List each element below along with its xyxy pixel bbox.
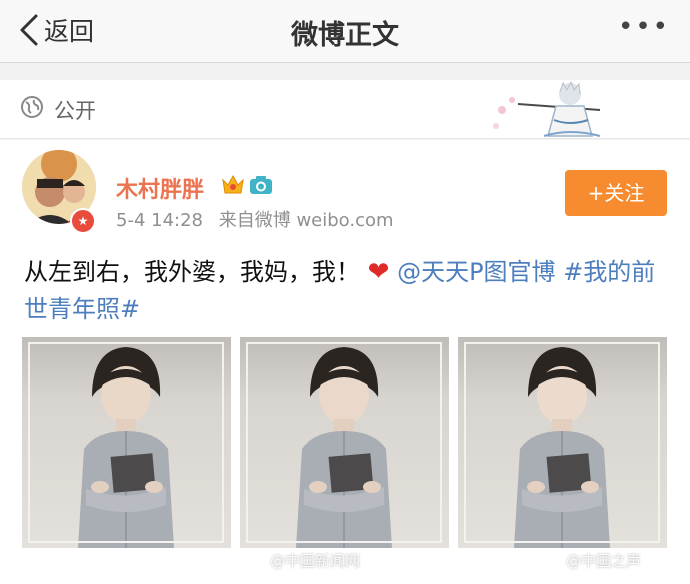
heart-emoji: ❤ xyxy=(367,257,390,287)
post-text: 从左到右，我外婆，我妈，我！ ❤ @天天P图官博 #我的前世青年照# xyxy=(24,254,674,328)
verified-badge-icon: ★ xyxy=(70,208,96,234)
post-card: ★ 木村胖胖 5-4 14:28 来自微博 weibo.com +关注 从左到右… xyxy=(0,140,690,584)
globe-icon xyxy=(21,96,43,118)
more-options-icon[interactable]: ••• xyxy=(618,14,670,40)
post-meta: 5-4 14:28 来自微博 weibo.com xyxy=(116,206,394,232)
photo-3[interactable] xyxy=(458,337,667,548)
watermark-1: @中国新闻网 xyxy=(270,552,361,570)
page-title: 微博正文 xyxy=(291,20,399,51)
post-text-main: 从左到右，我外婆，我妈，我！ xyxy=(24,258,360,286)
visibility-bar: 公开 xyxy=(0,80,690,139)
photo-1[interactable] xyxy=(22,337,231,548)
camera-badge-icon xyxy=(250,176,272,194)
anime-character-illustration xyxy=(493,80,601,137)
follow-button[interactable]: +关注 xyxy=(565,170,667,216)
watermark-2: @中国之声 xyxy=(566,552,642,570)
photo-2[interactable] xyxy=(240,337,449,548)
crown-badge-icon xyxy=(222,174,244,194)
post-time: 5-4 14:28 xyxy=(116,210,203,231)
mention-link[interactable]: @天天P图官博 xyxy=(397,258,555,286)
top-nav-bar: 返回 微博正文 ••• xyxy=(0,0,690,63)
post-source: 来自微博 weibo.com xyxy=(218,210,394,231)
username[interactable]: 木村胖胖 xyxy=(116,172,204,204)
visibility-label: 公开 xyxy=(54,99,96,123)
